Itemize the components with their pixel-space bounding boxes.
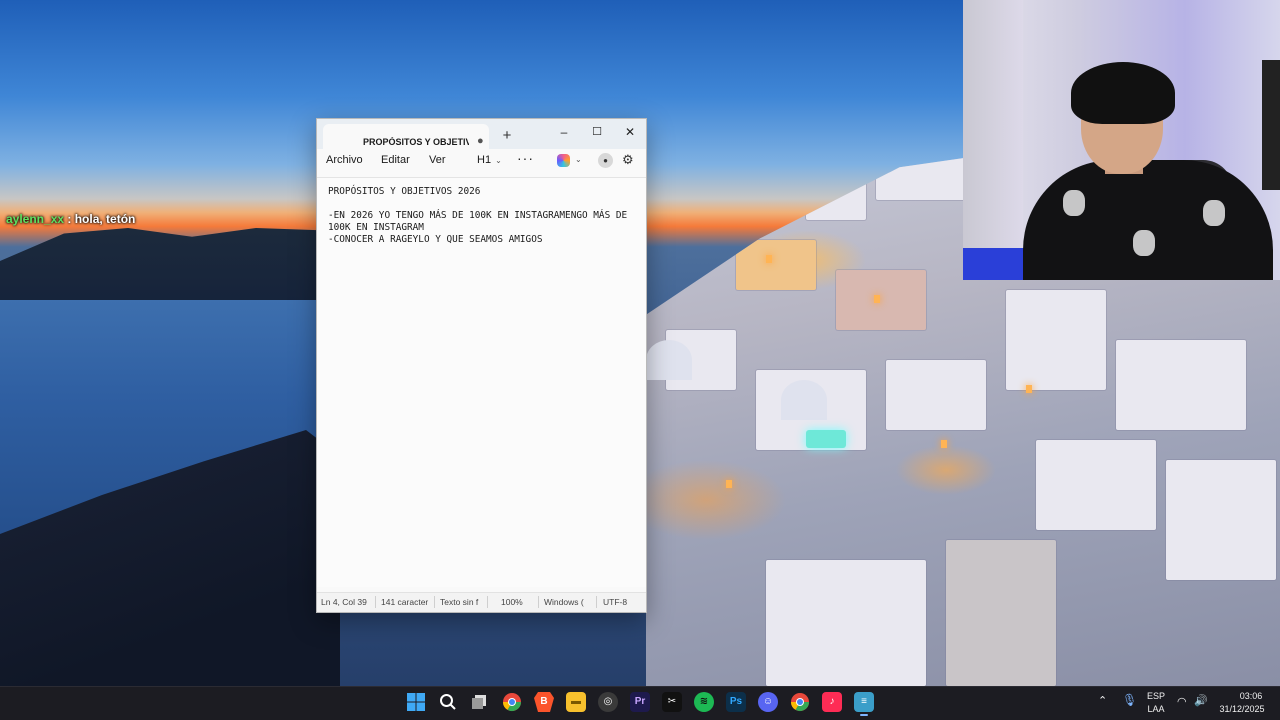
window-light	[726, 480, 732, 488]
microphone-icon[interactable]: 🎙	[1122, 693, 1137, 707]
window-light	[874, 295, 880, 303]
menu-editar[interactable]: Editar	[381, 154, 410, 166]
tiktok-icon[interactable]: ♪	[822, 692, 842, 712]
streamer-shirt	[1023, 160, 1273, 280]
chat-username: aylenn_xx	[6, 212, 65, 226]
obs-icon[interactable]: ◎	[598, 692, 618, 712]
stream-chat-message: aylenn_xx : hola, tetón	[6, 212, 135, 226]
discord-icon[interactable]: ☺	[758, 692, 778, 712]
building	[1036, 440, 1156, 530]
pool	[806, 430, 846, 448]
windows-start-icon[interactable]	[406, 692, 426, 712]
divider	[487, 596, 488, 608]
window-light	[941, 440, 947, 448]
keyboard-layout[interactable]: LAA	[1146, 704, 1166, 714]
language-code[interactable]: ESP	[1146, 691, 1166, 701]
close-button[interactable]: ✕	[615, 122, 645, 142]
chrome-icon[interactable]	[502, 692, 522, 712]
chevron-down-icon: ⌄	[495, 156, 502, 165]
wifi-icon[interactable]: ◠	[1177, 695, 1187, 708]
divider	[538, 596, 539, 608]
active-app-indicator	[860, 714, 868, 716]
divider	[375, 596, 376, 608]
notepad-window[interactable]: PROPÓSITOS Y OBJETIVO ● + – ☐ ✕ Archivo …	[316, 118, 647, 613]
shirt-print	[1133, 230, 1155, 256]
task-view-icon[interactable]	[470, 692, 490, 712]
search-icon[interactable]	[438, 692, 458, 712]
editor-line: 100K EN INSTAGRAM	[328, 222, 424, 233]
menu-ver[interactable]: Ver	[429, 154, 446, 166]
divider	[596, 596, 597, 608]
background-shelf	[1262, 60, 1280, 190]
webcam-overlay	[963, 0, 1280, 280]
window-light	[1026, 385, 1032, 393]
heading-dropdown[interactable]: H1 ⌄	[477, 154, 502, 166]
maximize-button[interactable]: ☐	[582, 122, 612, 142]
volume-icon[interactable]: 🔊	[1194, 694, 1208, 707]
building	[836, 270, 926, 330]
dome	[781, 380, 827, 420]
copilot-icon[interactable]	[557, 154, 570, 167]
minimize-button[interactable]: –	[549, 122, 579, 142]
streamer-hair	[1071, 62, 1175, 124]
chrome-icon-2[interactable]	[790, 692, 810, 712]
shirt-print	[1063, 190, 1085, 216]
chevron-up-icon[interactable]: ⌃	[1098, 694, 1107, 707]
tab-title: PROPÓSITOS Y OBJETIVO	[363, 137, 469, 147]
spotify-icon[interactable]: ≋	[694, 692, 714, 712]
menu-archivo[interactable]: Archivo	[326, 154, 363, 166]
building	[1006, 290, 1106, 390]
dome	[646, 340, 692, 380]
notepad-taskbar-icon[interactable]: ≡	[854, 692, 874, 712]
title-bar[interactable]: PROPÓSITOS Y OBJETIVO ● + – ☐ ✕	[317, 119, 646, 149]
building	[736, 240, 816, 290]
text-format[interactable]: Texto sin f	[440, 597, 482, 607]
building	[1166, 460, 1276, 580]
settings-gear-icon[interactable]: ⚙	[622, 152, 634, 168]
heading-value: H1	[477, 154, 492, 166]
building	[946, 540, 1056, 686]
wall	[963, 0, 1023, 280]
building	[766, 560, 926, 686]
account-icon[interactable]: ●	[598, 153, 613, 168]
divider	[434, 596, 435, 608]
editor-line: -EN 2026 YO TENGO MÁS DE 100K EN INSTAGR…	[328, 210, 628, 221]
editor-line: PROPÓSITOS Y OBJETIVOS 2026	[328, 186, 481, 197]
editor-line: -CONOCER A RAGEYLO Y QUE SEAMOS AMIGOS	[328, 234, 543, 245]
file-explorer-icon[interactable]: ▬	[566, 692, 586, 712]
shirt-print	[1203, 200, 1225, 226]
encoding[interactable]: UTF-8	[603, 597, 627, 607]
building	[886, 360, 986, 430]
building	[1116, 340, 1246, 430]
premiere-pro-icon[interactable]: Pr	[630, 692, 650, 712]
new-tab-button[interactable]: +	[499, 128, 515, 144]
document-tab[interactable]: PROPÓSITOS Y OBJETIVO ●	[323, 124, 489, 149]
more-options-icon[interactable]: ···	[517, 150, 534, 166]
unsaved-dot-icon[interactable]: ●	[477, 136, 484, 147]
character-count: 141 caracter	[381, 597, 429, 607]
chevron-down-icon[interactable]: ⌄	[575, 155, 582, 164]
clock-time[interactable]: 03:06	[1236, 691, 1266, 701]
text-editor[interactable]: PROPÓSITOS Y OBJETIVOS 2026 -EN 2026 YO …	[317, 177, 646, 587]
cursor-position[interactable]: Ln 4, Col 39	[321, 597, 367, 607]
window-light	[766, 255, 772, 263]
photoshop-icon[interactable]: Ps	[726, 692, 746, 712]
clock-date[interactable]: 31/12/2025	[1216, 704, 1268, 714]
capcut-icon[interactable]: ✂	[662, 692, 682, 712]
line-ending[interactable]: Windows (	[544, 597, 586, 607]
zoom-level[interactable]: 100%	[501, 597, 523, 607]
chat-text: : hola, tetón	[64, 212, 136, 226]
